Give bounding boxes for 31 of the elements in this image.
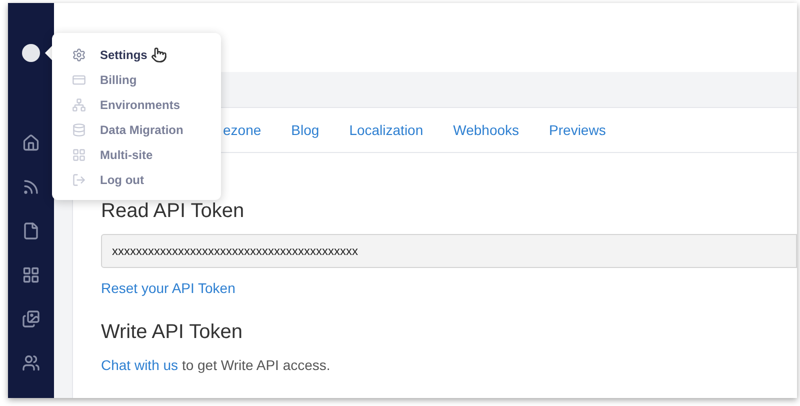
chat-link[interactable]: Chat with us	[101, 357, 178, 373]
grid-icon[interactable]	[22, 266, 40, 284]
tab[interactable]: ezone	[223, 120, 262, 140]
database-icon	[72, 122, 86, 136]
menu-item[interactable]: Environments	[52, 92, 221, 117]
hand-cursor-icon	[151, 46, 168, 62]
menu-item[interactable]: Log out	[52, 167, 221, 192]
tab[interactable]: Webhooks	[453, 120, 520, 140]
menu-item[interactable]: Billing	[52, 67, 221, 92]
gear-icon	[72, 48, 86, 62]
grid-icon	[72, 148, 86, 162]
feed-icon[interactable]	[22, 178, 40, 196]
tab[interactable]: Previews	[549, 120, 606, 140]
users-icon[interactable]	[22, 354, 40, 372]
card-icon	[72, 72, 86, 86]
section-heading: Write API Token	[101, 320, 244, 345]
images-icon[interactable]	[22, 310, 40, 328]
tab[interactable]: Blog	[291, 120, 320, 140]
hierarchy-icon	[72, 98, 86, 112]
menu-item[interactable]: Multi-site	[52, 142, 221, 167]
write-access-text: Chat with us to get Write API access.	[101, 356, 332, 375]
avatar-icon[interactable]	[22, 44, 40, 62]
menu-item[interactable]: Data Migration	[52, 117, 221, 142]
home-icon[interactable]	[22, 134, 40, 152]
logout-icon	[72, 172, 86, 186]
tab[interactable]: Localization	[349, 120, 424, 140]
section-heading: Read API Token	[101, 199, 246, 224]
file-icon[interactable]	[22, 222, 40, 240]
menu-item[interactable]: Settings	[52, 42, 221, 67]
token-field[interactable]: xxxxxxxxxxxxxxxxxxxxxxxxxxxxxxxxxxxxxxxxx	[101, 234, 797, 268]
reset-token-link[interactable]: Reset your API Token	[101, 278, 236, 299]
